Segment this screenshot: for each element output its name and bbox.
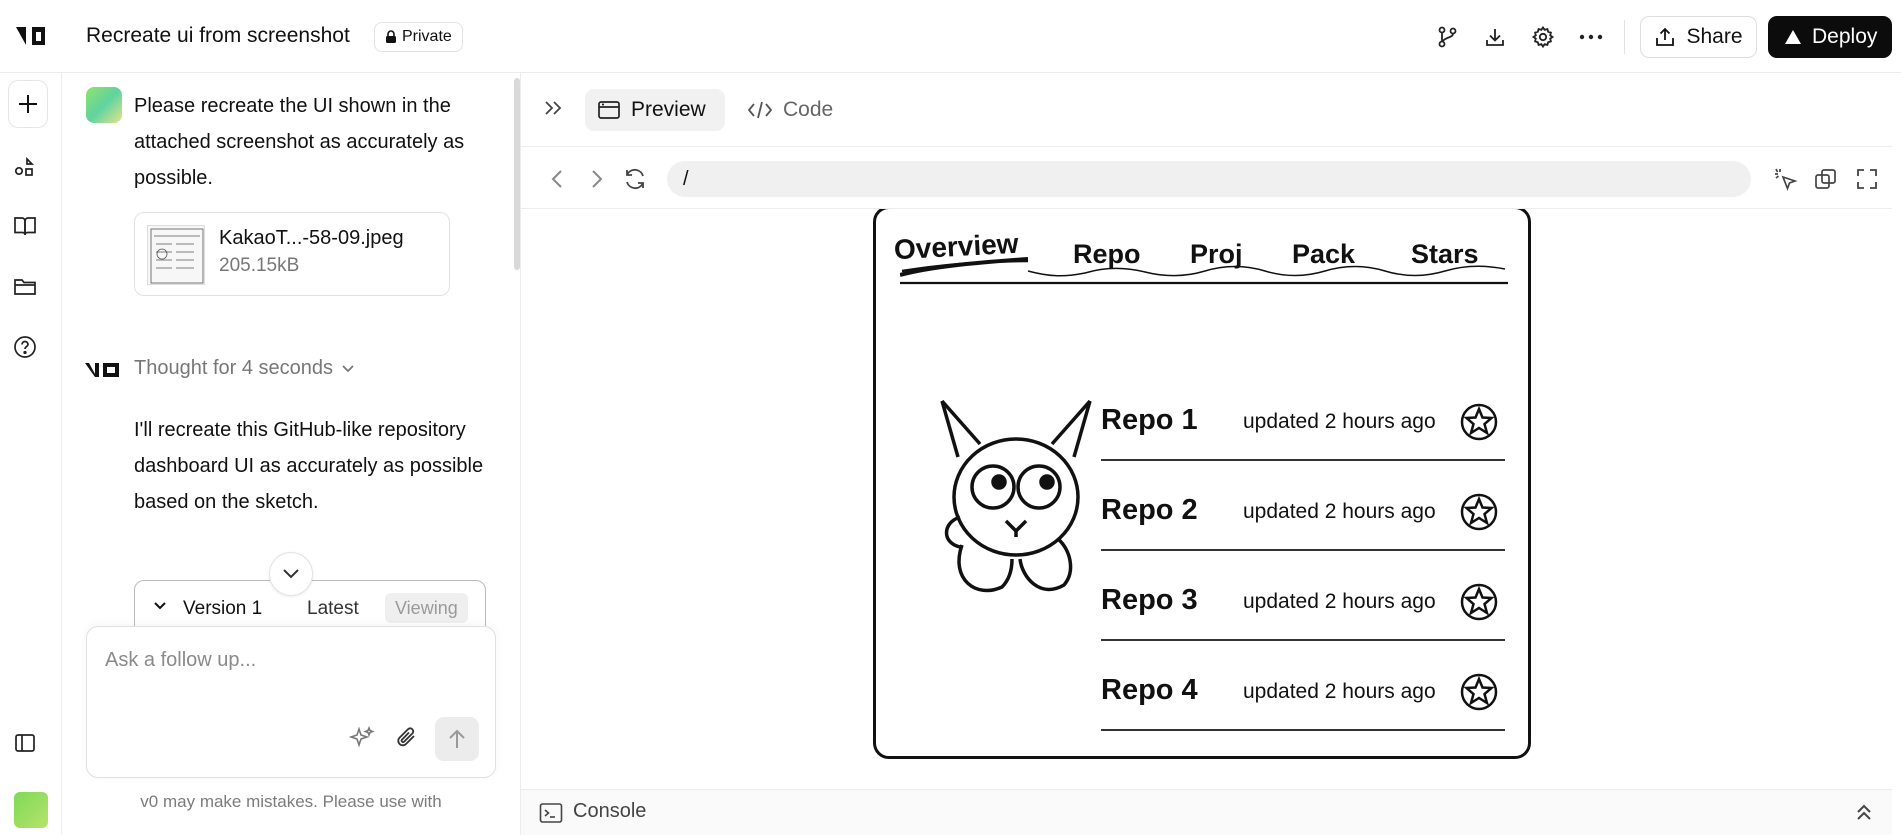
refresh-icon[interactable] xyxy=(621,165,649,193)
settings-gear-icon[interactable] xyxy=(1530,24,1556,50)
owl-mascot-icon xyxy=(940,399,1092,599)
repo-name[interactable]: Repo 1 xyxy=(1101,404,1198,437)
repo-divider xyxy=(1101,729,1505,731)
help-icon[interactable] xyxy=(8,330,42,364)
url-toolbar: / xyxy=(521,147,1892,209)
repo-name[interactable]: Repo 4 xyxy=(1101,674,1198,707)
disclaimer: v0 may make mistakes. Please use with xyxy=(140,792,442,811)
attachment-thumbnail xyxy=(147,225,205,285)
sketch-card: Overview Repo Proj Pack Stars Repo 1 upd… xyxy=(873,209,1531,759)
console-label: Console xyxy=(573,800,647,822)
privacy-label: Private xyxy=(402,28,452,45)
scroll-down-button[interactable] xyxy=(269,552,313,596)
repo-updated: updated 2 hours ago xyxy=(1243,500,1436,523)
star-icon[interactable] xyxy=(1459,582,1499,622)
assistant-message: I'll recreate this GitHub-like repositor… xyxy=(134,419,484,513)
share-label: Share xyxy=(1686,25,1743,48)
chevron-down-icon xyxy=(153,601,167,611)
deploy-button[interactable]: Deploy xyxy=(1768,16,1892,58)
viewing-badge: Viewing xyxy=(385,593,468,623)
user-avatar xyxy=(86,87,122,123)
repo-name[interactable]: Repo 2 xyxy=(1101,494,1198,527)
user-avatar-rail[interactable] xyxy=(14,792,48,828)
new-chat-button[interactable] xyxy=(8,80,48,128)
tab-preview-label: Preview xyxy=(631,98,706,121)
tab-code-label: Code xyxy=(783,98,834,121)
deploy-label: Deploy xyxy=(1812,25,1878,48)
download-icon[interactable] xyxy=(1482,24,1508,50)
latest-label: Latest xyxy=(307,598,359,619)
attachment-name: KakaoT...-58-09.jpeg xyxy=(219,227,404,249)
share-icon xyxy=(1654,26,1676,48)
book-icon[interactable] xyxy=(8,209,42,243)
tab-code[interactable]: Code xyxy=(747,89,833,131)
sidebar-toggle-icon[interactable] xyxy=(8,726,42,760)
star-icon[interactable] xyxy=(1459,402,1499,442)
privacy-badge[interactable]: Private xyxy=(374,22,463,52)
code-icon xyxy=(747,100,773,120)
sparkle-icon[interactable] xyxy=(347,723,377,753)
attachment-card[interactable]: KakaoT...-58-09.jpeg 205.15kB xyxy=(134,212,450,296)
terminal-icon xyxy=(539,802,563,824)
send-button[interactable] xyxy=(435,717,479,761)
repo-updated: updated 2 hours ago xyxy=(1243,680,1436,703)
browser-window-icon xyxy=(597,99,621,121)
triangle-icon xyxy=(1784,29,1802,45)
v0-logo-icon[interactable] xyxy=(14,24,48,48)
share-button[interactable]: Share xyxy=(1640,16,1757,58)
url-bar[interactable]: / xyxy=(667,161,1751,197)
fullscreen-icon[interactable] xyxy=(1853,165,1881,193)
folder-icon[interactable] xyxy=(8,269,42,303)
select-cursor-icon[interactable] xyxy=(1771,165,1799,193)
thought-label: Thought for 4 seconds xyxy=(134,357,334,379)
star-icon[interactable] xyxy=(1459,672,1499,712)
divider xyxy=(1624,20,1625,54)
git-branch-icon[interactable] xyxy=(1434,24,1460,50)
follow-up-input[interactable] xyxy=(105,649,475,672)
thought-toggle[interactable]: Thought for 4 seconds xyxy=(134,357,355,380)
top-bar: Recreate ui from screenshot Private Shar… xyxy=(0,0,1901,73)
follow-up-box xyxy=(86,626,496,778)
project-title[interactable]: Recreate ui from screenshot xyxy=(86,24,350,48)
community-shapes-icon[interactable] xyxy=(8,150,42,184)
repo-updated: updated 2 hours ago xyxy=(1243,410,1436,433)
more-options-icon[interactable] xyxy=(1578,24,1604,50)
copy-window-icon[interactable] xyxy=(1812,165,1840,193)
chevrons-up-icon[interactable] xyxy=(1855,802,1873,822)
repo-name[interactable]: Repo 3 xyxy=(1101,584,1198,617)
collapse-panel-icon[interactable] xyxy=(543,99,563,117)
left-rail xyxy=(0,73,62,835)
preview-canvas: Overview Repo Proj Pack Stars Repo 1 upd… xyxy=(521,209,1893,789)
repo-divider xyxy=(1101,639,1505,641)
forward-arrow-icon[interactable] xyxy=(583,165,611,193)
version-label: Version 1 xyxy=(183,598,263,619)
star-icon[interactable] xyxy=(1459,492,1499,532)
v0-assistant-icon xyxy=(84,360,122,380)
console-bar[interactable]: Console xyxy=(521,789,1892,835)
paperclip-icon[interactable] xyxy=(392,723,422,753)
attachment-size: 205.15kB xyxy=(219,255,300,276)
preview-panel: Preview Code / Overview Repo Proj Pack S… xyxy=(520,73,1893,835)
url-text: / xyxy=(683,167,689,190)
repo-updated: updated 2 hours ago xyxy=(1243,590,1436,613)
repo-divider xyxy=(1101,459,1505,461)
repo-divider xyxy=(1101,549,1505,551)
view-tabs-row: Preview Code xyxy=(521,73,1892,147)
back-arrow-icon[interactable] xyxy=(543,165,571,193)
user-message: Please recreate the UI shown in the atta… xyxy=(134,95,465,189)
lock-icon xyxy=(385,30,397,44)
sketch-nav-underline xyxy=(900,247,1512,287)
chevron-down-icon xyxy=(341,364,355,374)
tab-preview[interactable]: Preview xyxy=(585,89,725,131)
